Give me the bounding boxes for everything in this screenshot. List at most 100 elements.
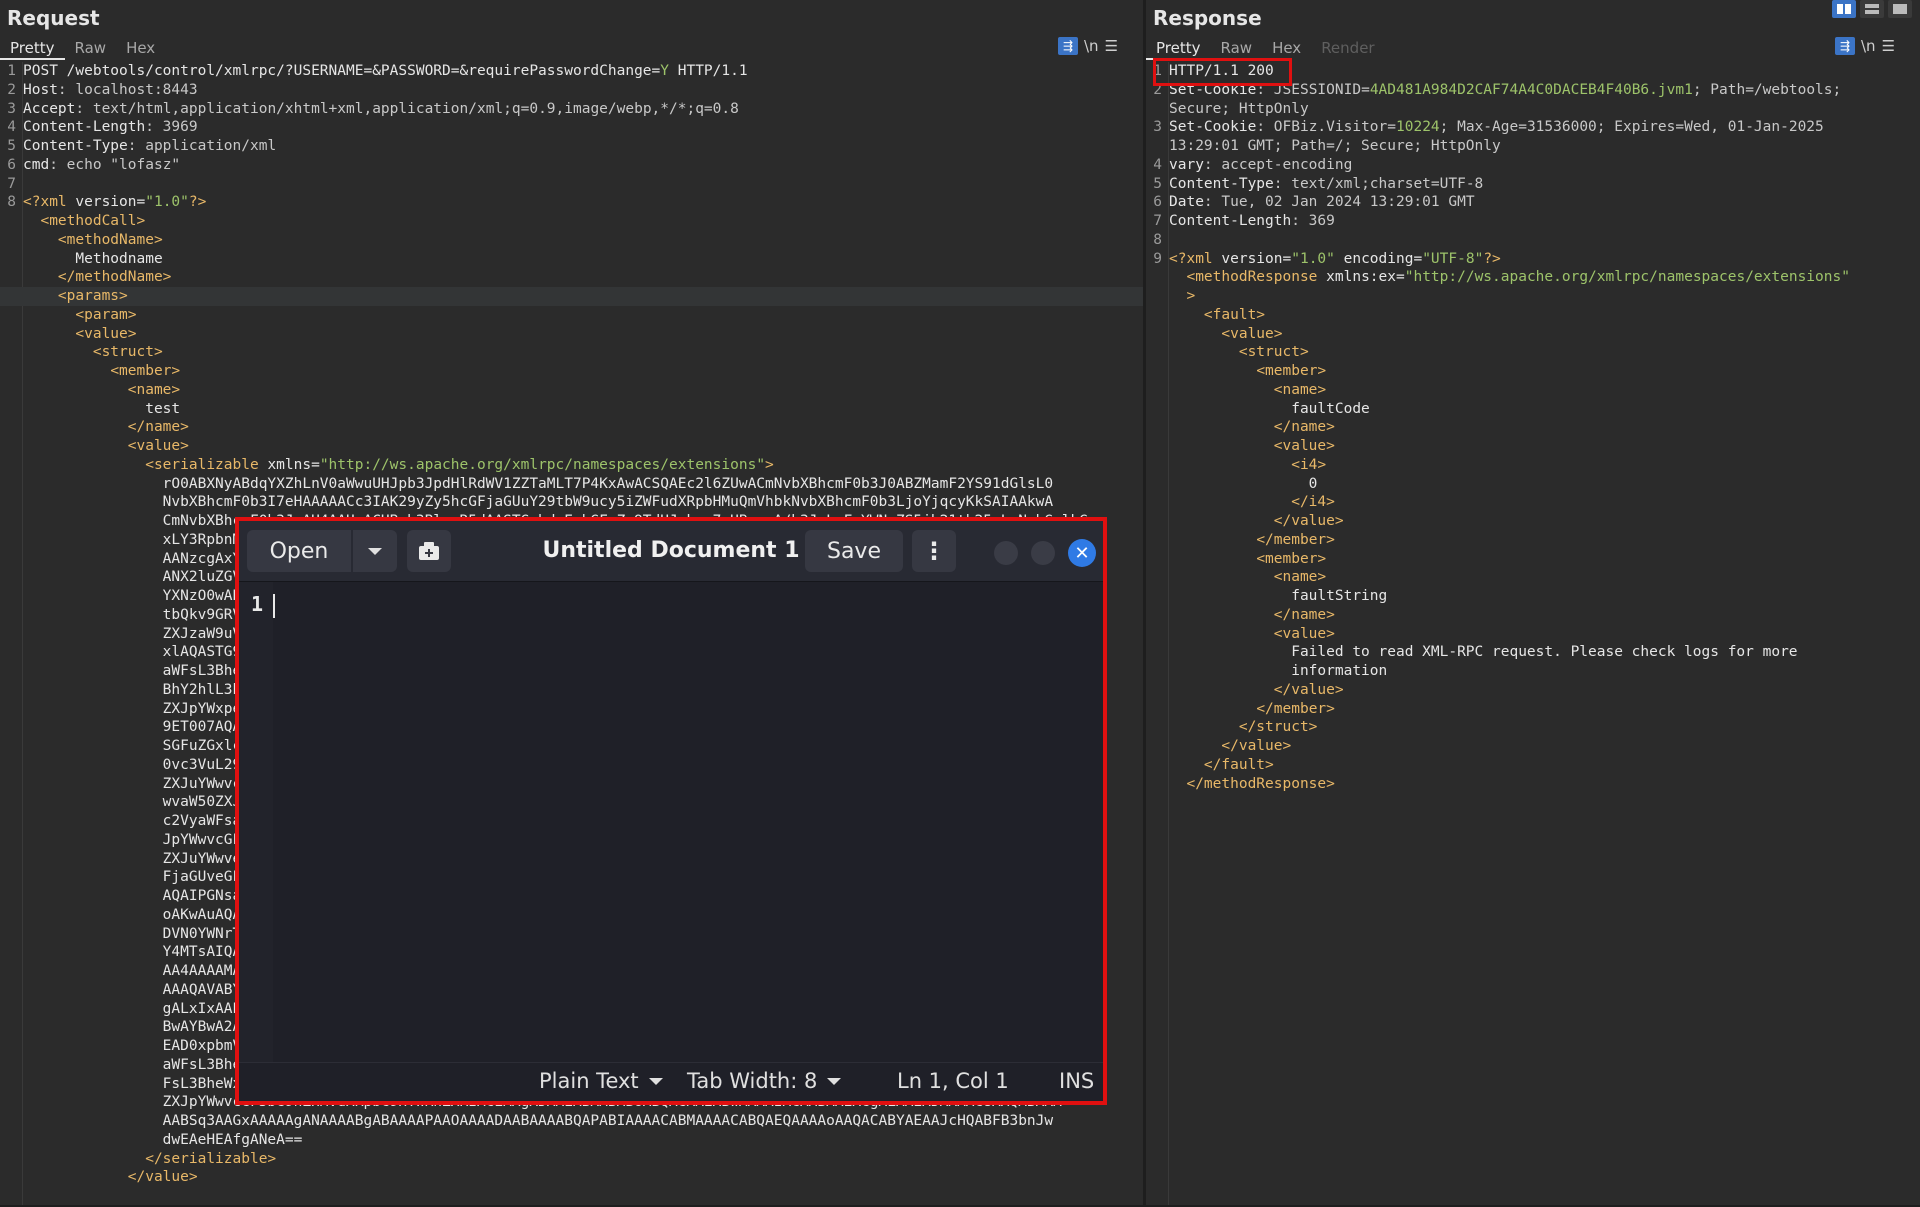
code-line: > [1146, 287, 1920, 306]
request-tab-pretty[interactable]: Pretty [0, 38, 65, 60]
code-token: </member> [1256, 531, 1335, 548]
code-line: <value> [1146, 437, 1920, 456]
close-button[interactable]: ✕ [1068, 539, 1096, 567]
code-token: dwEAeHEAfgANeA== [23, 1131, 303, 1148]
open-button-label: Open [269, 538, 329, 564]
language-selector[interactable]: Plain Text [539, 1069, 663, 1093]
code-line: 9 <?xml version="1.0" encoding="UTF-8"?> [1146, 250, 1920, 269]
code-token: <member> [1256, 550, 1327, 567]
code-token: </value> [127, 1169, 198, 1186]
code-token: : text/html,application/xhtml+xml,applic… [75, 100, 739, 117]
request-tab-hex[interactable]: Hex [116, 38, 165, 60]
insert-mode[interactable]: INS [1059, 1069, 1094, 1093]
newline-toggle[interactable]: \n [1084, 37, 1099, 55]
text-editor-area[interactable]: 1 [239, 582, 1103, 1063]
new-tab-icon [419, 542, 439, 560]
code-token: <member> [1256, 363, 1327, 379]
code-token: HTTP/1.1 [669, 63, 748, 79]
code-line: </member> [1146, 531, 1920, 550]
menu-icon[interactable]: ☰ [1882, 37, 1895, 55]
chevron-down-icon [368, 547, 382, 555]
code-line: </member> [1146, 700, 1920, 719]
response-tab-render[interactable]: Render [1311, 38, 1384, 60]
code-token: "1.0" [145, 194, 189, 211]
code-line: 4 Content-Length: 3969 [0, 118, 1143, 137]
response-toolbar: ⇶ \n ☰ [1835, 37, 1895, 55]
request-title: Request [7, 6, 100, 30]
layout-side-by-side-icon[interactable] [1832, 0, 1856, 18]
cursor-position[interactable]: Ln 1, Col 1 [897, 1069, 1009, 1093]
response-tab-hex[interactable]: Hex [1262, 38, 1311, 60]
tab-width-selector[interactable]: Tab Width: 8 [687, 1069, 842, 1093]
code-token: ?> [188, 194, 207, 211]
line-number: 2 [1153, 81, 1162, 98]
chevron-down-icon [648, 1077, 663, 1085]
response-editor[interactable]: 1 HTTP/1.1 200 2 Set-Cookie: JSESSIONID=4AD… [1146, 62, 1920, 1207]
code-line: <name> [0, 381, 1143, 400]
code-token: </fault> [1203, 756, 1274, 773]
word-wrap-icon[interactable]: ⇶ [1835, 37, 1855, 55]
cursor-position-label: Ln 1, Col 1 [897, 1069, 1009, 1093]
tab-width-label: Tab Width: 8 [687, 1069, 818, 1093]
code-token: <value> [1273, 625, 1335, 642]
code-token: </value> [1273, 513, 1344, 529]
line-number: 5 [7, 138, 16, 154]
code-token: <value> [127, 438, 189, 454]
code-token: ; Path=/webtools; [1692, 81, 1842, 98]
code-line: dwEAeHEAfgANeA== [0, 1131, 1143, 1150]
save-button[interactable]: Save [805, 530, 903, 572]
layout-toggle-group [1832, 0, 1912, 18]
code-token: </methodResponse> [1186, 775, 1335, 792]
code-line: faultCode [1146, 400, 1920, 419]
code-line: Failed to read XML-RPC request. Please c… [1146, 643, 1920, 662]
code-line: <member> [0, 362, 1143, 381]
code-line: 8 [1146, 231, 1920, 250]
line-number: 3 [7, 100, 16, 117]
response-tab-raw[interactable]: Raw [1211, 38, 1263, 60]
layout-stacked-icon[interactable] [1860, 0, 1884, 18]
request-toolbar: ⇶ \n ☰ [1058, 37, 1118, 55]
minimize-button[interactable] [994, 541, 1018, 565]
code-line: AABSq3AAGxAAAAAgANAAAABgABAAAAPAAOAAAADA… [0, 1112, 1143, 1131]
code-line: <methodName> [0, 231, 1143, 250]
maximize-button[interactable] [1031, 541, 1055, 565]
code-token: <params> [57, 288, 128, 304]
code-line: test [0, 400, 1143, 419]
open-button[interactable]: Open [247, 530, 351, 572]
main-menu-button[interactable]: ⋮ [912, 530, 956, 572]
language-label: Plain Text [539, 1069, 639, 1093]
response-tab-pretty[interactable]: Pretty [1146, 38, 1211, 60]
code-token: <struct> [1238, 344, 1309, 361]
code-token: "1.0" [1291, 250, 1335, 267]
code-token: xmlns= [258, 456, 320, 473]
code-line: <param> [0, 306, 1143, 325]
word-wrap-icon[interactable]: ⇶ [1058, 37, 1078, 55]
code-token: Methodname [23, 250, 163, 267]
code-line: 2 Host: localhost:8443 [0, 81, 1143, 100]
code-line: </name> [1146, 606, 1920, 625]
save-button-label: Save [826, 538, 881, 564]
new-document-button[interactable] [407, 530, 451, 572]
code-token: Set-Cookie [1169, 81, 1257, 98]
code-token: : text/xml;charset=UTF-8 [1273, 175, 1484, 192]
layout-tabs-icon[interactable] [1888, 0, 1912, 18]
code-token: <value> [1221, 325, 1283, 342]
newline-toggle[interactable]: \n [1861, 37, 1876, 55]
open-dropdown-button[interactable] [353, 530, 397, 572]
code-line: 3 Set-Cookie: OFBiz.Visitor=10224; Max-Ag… [1146, 118, 1920, 137]
code-line: <fault> [1146, 306, 1920, 325]
menu-icon[interactable]: ☰ [1105, 37, 1118, 55]
code-token: Content-Type [1169, 175, 1274, 192]
request-tab-raw[interactable]: Raw [65, 38, 117, 60]
